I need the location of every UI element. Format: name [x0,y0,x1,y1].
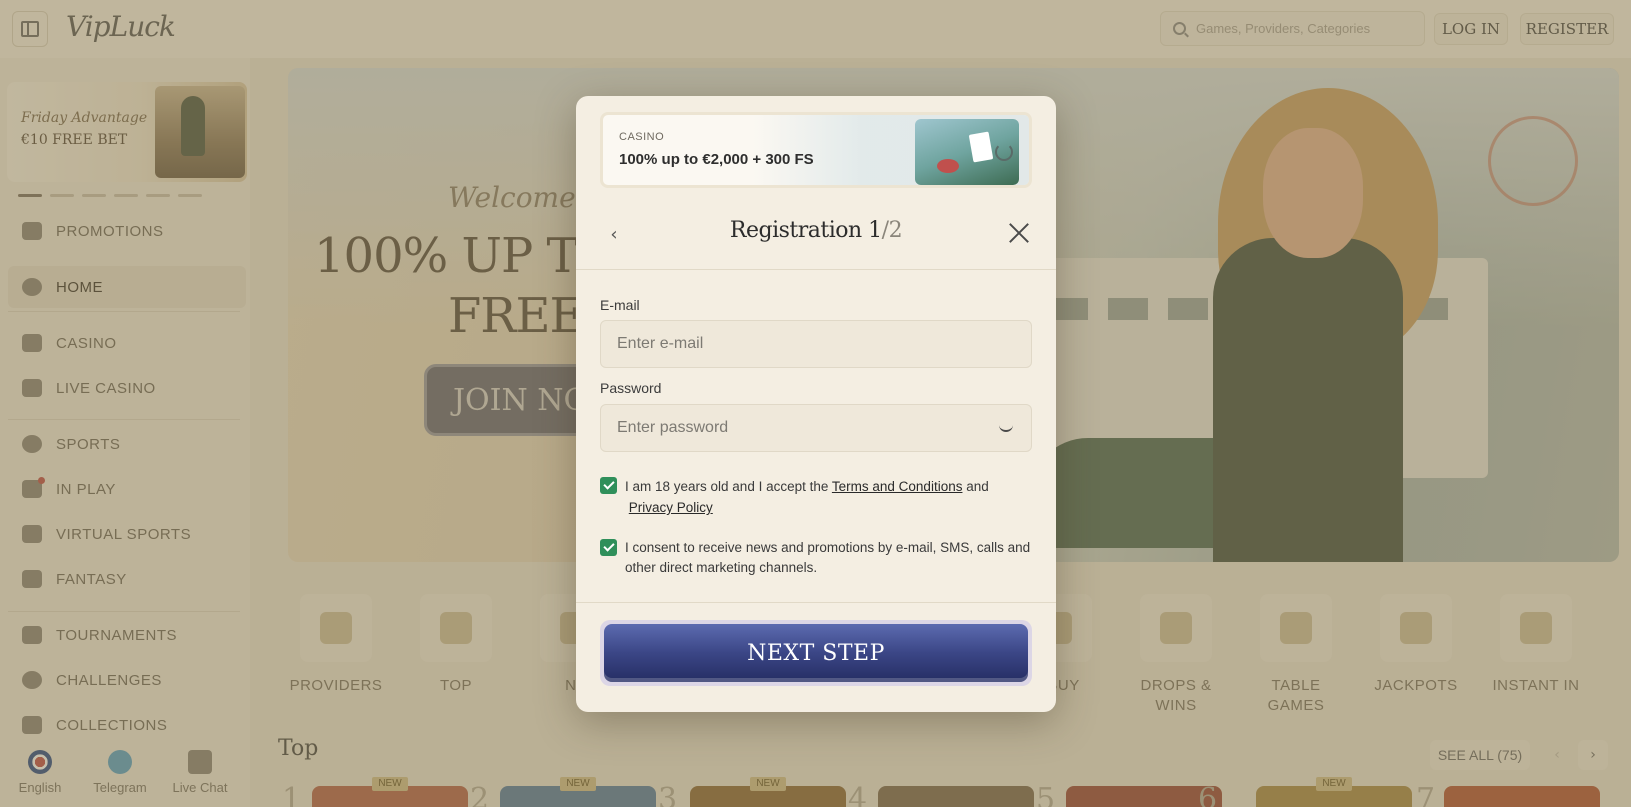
close-button[interactable] [1006,220,1032,246]
bonus-offer-card[interactable]: CASINO 100% up to €2,000 + 300 FS [600,112,1032,188]
terms-mid: and [962,479,989,494]
consent-row: I consent to receive news and promotions… [600,538,1032,578]
password-label: Password [600,380,662,396]
email-input[interactable] [617,335,977,353]
eye-closed-icon[interactable] [999,425,1013,432]
modal-title-text: Registration 1 [729,218,882,243]
terms-text: I am 18 years old and I accept the Terms… [625,476,989,518]
registration-modal: CASINO 100% up to €2,000 + 300 FS ‹ Regi… [576,96,1056,712]
terms-link[interactable]: Terms and Conditions [832,479,963,494]
modal-header: ‹ Registration 1/2 [576,214,1056,266]
modal-divider [576,269,1056,270]
consent-text: I consent to receive news and promotions… [625,540,1031,575]
modal-title: Registration 1/2 [576,218,1056,243]
consent-checkbox[interactable] [600,539,617,556]
privacy-link[interactable]: Privacy Policy [629,500,713,515]
terms-row: I am 18 years old and I accept the Terms… [600,476,1032,518]
email-label: E-mail [600,297,640,313]
offer-category: CASINO [619,131,665,143]
email-field[interactable] [600,320,1032,368]
next-step-label: NEXT STEP [604,624,1028,682]
password-input[interactable] [617,419,977,437]
modal-divider [576,602,1056,603]
terms-checkbox[interactable] [600,477,617,494]
modal-step-indicator: /2 [881,218,903,243]
refresh-icon[interactable] [995,143,1013,161]
password-field[interactable] [600,404,1032,452]
offer-text: 100% up to €2,000 + 300 FS [619,151,814,168]
next-step-button[interactable]: NEXT STEP [600,620,1032,686]
terms-prefix: I am 18 years old and I accept the [625,479,832,494]
